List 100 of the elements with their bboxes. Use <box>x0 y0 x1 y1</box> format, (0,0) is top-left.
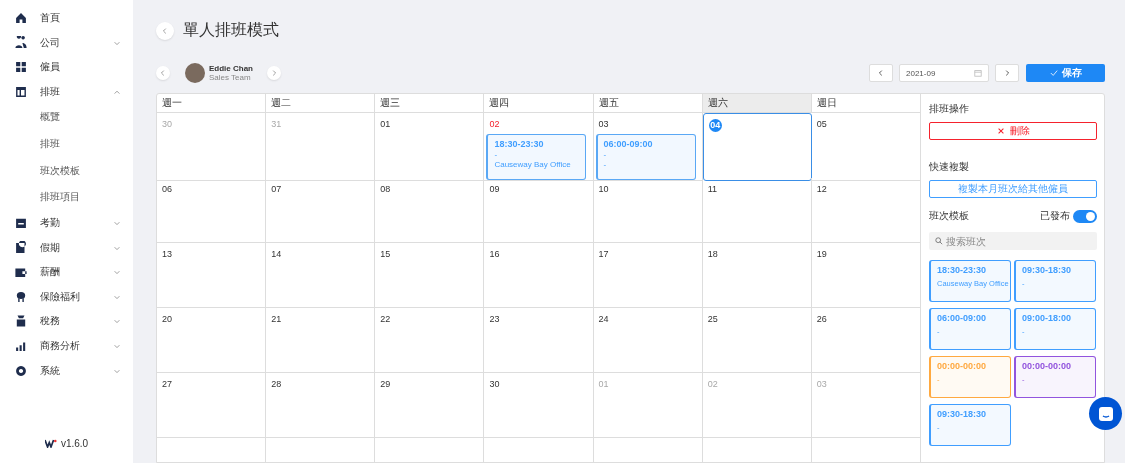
day-cell[interactable]: 11 <box>702 178 812 243</box>
check-icon <box>1049 69 1058 77</box>
nav-item[interactable]: 稅務 <box>0 309 133 334</box>
calendar-icon <box>974 69 982 77</box>
day-number: 15 <box>380 248 391 260</box>
published-toggle[interactable] <box>1073 209 1097 223</box>
nav-icon <box>14 60 28 75</box>
nav-item[interactable]: 首頁 <box>0 6 133 31</box>
day-cell[interactable]: 22 <box>375 308 485 373</box>
chevron-left-icon <box>159 69 167 77</box>
save-button[interactable]: 保存 <box>1026 64 1105 82</box>
nav-subitem[interactable]: 排班 <box>0 130 133 158</box>
nav-item[interactable]: 薪酬 <box>0 259 133 285</box>
day-cell[interactable]: 27 <box>157 373 267 438</box>
shift-time: 06:00-09:00 <box>603 139 654 149</box>
day-cell[interactable]: 25 <box>702 308 812 373</box>
section-title: 排班操作 <box>929 102 970 116</box>
day-cell[interactable]: 03 06:00-09:00 - - <box>593 113 703 181</box>
month-picker[interactable]: 2021-09 <box>899 64 989 82</box>
version-text: v1.6.0 <box>60 438 89 449</box>
day-cell[interactable]: 14 <box>266 243 376 308</box>
back-button[interactable] <box>156 21 174 40</box>
day-cell[interactable]: 01 <box>375 113 485 181</box>
nav-item[interactable]: 公司 <box>0 30 133 56</box>
nav-subitem[interactable]: 排班項目 <box>0 184 133 211</box>
shift-detail: - <box>603 160 608 169</box>
previous-employee-button[interactable] <box>156 66 170 80</box>
nav-item[interactable]: 商務分析 <box>0 333 133 359</box>
day-cell[interactable]: 18 <box>702 243 812 308</box>
day-number: 11 <box>707 183 718 195</box>
day-number: 19 <box>816 248 827 260</box>
page-title: 單人排班模式 <box>183 20 279 40</box>
nav-icon <box>14 289 28 304</box>
day-cell[interactable]: 19 <box>811 243 921 308</box>
day-cell[interactable]: 04 <box>702 113 812 181</box>
nav-subitem[interactable]: 概覽 <box>0 104 133 131</box>
delete-button[interactable]: 刪除 <box>929 122 1097 140</box>
nav-icon <box>14 216 28 231</box>
next-employee-button[interactable] <box>267 66 281 80</box>
day-number: 03 <box>816 378 827 390</box>
day-cell[interactable]: 16 <box>484 243 594 308</box>
day-cell[interactable]: 02 18:30-23:30 - Causeway Bay Office <box>484 113 594 181</box>
day-cell[interactable]: 08 <box>375 178 485 243</box>
published-label: 已發布 <box>1040 209 1070 223</box>
nav-item[interactable]: 保險福利 <box>0 284 133 310</box>
day-cell[interactable]: 06 <box>157 178 267 243</box>
close-icon <box>996 127 1005 135</box>
day-cell[interactable]: 09 <box>484 178 594 243</box>
nav-item[interactable]: 排班 <box>0 79 133 105</box>
nav-item[interactable]: 考勤 <box>0 210 133 236</box>
nav-item[interactable]: 僱員 <box>0 55 133 80</box>
day-cell[interactable]: 24 <box>593 308 703 373</box>
day-number: 06 <box>162 183 172 195</box>
day-cell[interactable]: 20 <box>157 308 267 373</box>
previous-month-button[interactable] <box>869 64 893 82</box>
nav-icon <box>14 11 28 26</box>
day-cell[interactable]: 28 <box>266 373 376 438</box>
day-cell[interactable]: 23 <box>484 308 594 373</box>
day-cell[interactable]: 15 <box>375 243 485 308</box>
template-time: 00:00-00:00 <box>1022 361 1073 371</box>
day-cell[interactable]: 13 <box>157 243 267 308</box>
chevron-left-icon <box>877 69 885 77</box>
day-cell[interactable]: 30 <box>484 373 594 438</box>
logo-icon <box>44 439 57 448</box>
day-cell[interactable]: 29 <box>375 373 485 438</box>
day-number: 22 <box>380 313 391 325</box>
template-time: 09:30-18:30 <box>1022 265 1073 275</box>
employee-team: Sales Team <box>209 73 252 82</box>
nav-icon <box>14 363 28 378</box>
day-number: 25 <box>707 313 718 325</box>
day-cell[interactable]: 26 <box>811 308 921 373</box>
day-number: 05 <box>816 118 827 130</box>
weekday-header: 週日 <box>811 94 921 113</box>
nav-item[interactable]: 假期 <box>0 235 133 260</box>
nav-item[interactable]: 系統 <box>0 358 133 383</box>
day-number: 04 <box>708 119 722 132</box>
day-cell[interactable]: 07 <box>266 178 376 243</box>
shift-detail: - <box>494 150 499 159</box>
day-number: 29 <box>380 378 391 390</box>
shift-time: 18:30-23:30 <box>494 139 545 149</box>
day-cell[interactable]: 12 <box>811 178 921 243</box>
day-cell[interactable]: 17 <box>593 243 703 308</box>
day-number: 01 <box>598 378 609 390</box>
shift-detail: Causeway Bay Office <box>494 160 572 169</box>
next-month-button[interactable] <box>995 64 1019 82</box>
day-number: 10 <box>598 183 609 195</box>
weekday-header: 週五 <box>593 94 703 113</box>
day-number: 01 <box>380 118 391 130</box>
nav-subitem[interactable]: 班次模板 <box>0 157 133 185</box>
day-number: 03 <box>598 118 609 130</box>
section-title: 快速複製 <box>929 160 970 174</box>
nav-icon <box>14 85 28 100</box>
day-number: 21 <box>271 313 282 325</box>
search-field[interactable]: 搜索班次 <box>929 232 1097 250</box>
day-cell[interactable]: 05 <box>811 113 921 181</box>
nav-icon <box>14 35 28 50</box>
shift-detail: - <box>603 150 608 159</box>
day-cell[interactable]: 21 <box>266 308 376 373</box>
section-title: 班次模板 <box>929 209 970 223</box>
day-cell[interactable]: 10 <box>593 178 703 243</box>
